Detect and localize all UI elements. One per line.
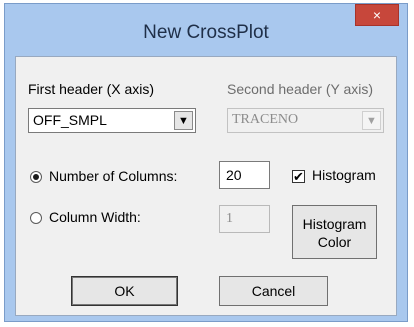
second-header-select: TRACENO ▼ bbox=[227, 108, 384, 133]
histogram-checkbox[interactable]: ✔ bbox=[292, 170, 305, 183]
number-of-columns-radio[interactable] bbox=[30, 171, 42, 183]
histogram-label: Histogram bbox=[312, 167, 376, 183]
ok-button[interactable]: OK bbox=[71, 276, 178, 306]
crossplot-dialog: New CrossPlot × First header (X axis) Se… bbox=[4, 3, 408, 322]
first-header-label: First header (X axis) bbox=[28, 81, 155, 97]
column-width-label: Column Width: bbox=[49, 209, 141, 225]
number-of-columns-label: Number of Columns: bbox=[49, 168, 178, 184]
chevron-down-icon[interactable]: ▼ bbox=[174, 111, 193, 130]
dialog-title: New CrossPlot bbox=[143, 22, 269, 43]
dialog-client-area: First header (X axis) Second header (Y a… bbox=[15, 56, 397, 316]
cancel-button[interactable]: Cancel bbox=[219, 276, 328, 306]
radio-selected-dot bbox=[33, 174, 39, 180]
number-of-columns-input[interactable]: 20 bbox=[219, 161, 270, 189]
first-header-select[interactable]: OFF_SMPL ▼ bbox=[28, 108, 196, 133]
close-button[interactable]: × bbox=[355, 4, 399, 26]
second-header-value: TRACENO bbox=[232, 112, 299, 127]
first-header-value: OFF_SMPL bbox=[33, 112, 107, 128]
histogram-color-label-line2: Color bbox=[317, 234, 352, 250]
column-width-input: 1 bbox=[219, 205, 270, 233]
chevron-down-icon: ▼ bbox=[362, 111, 381, 130]
second-header-label: Second header (Y axis) bbox=[227, 81, 374, 97]
histogram-color-label-line1: Histogram bbox=[302, 216, 367, 232]
histogram-color-button[interactable]: Histogram Color bbox=[292, 205, 377, 259]
column-width-radio[interactable] bbox=[30, 212, 42, 224]
